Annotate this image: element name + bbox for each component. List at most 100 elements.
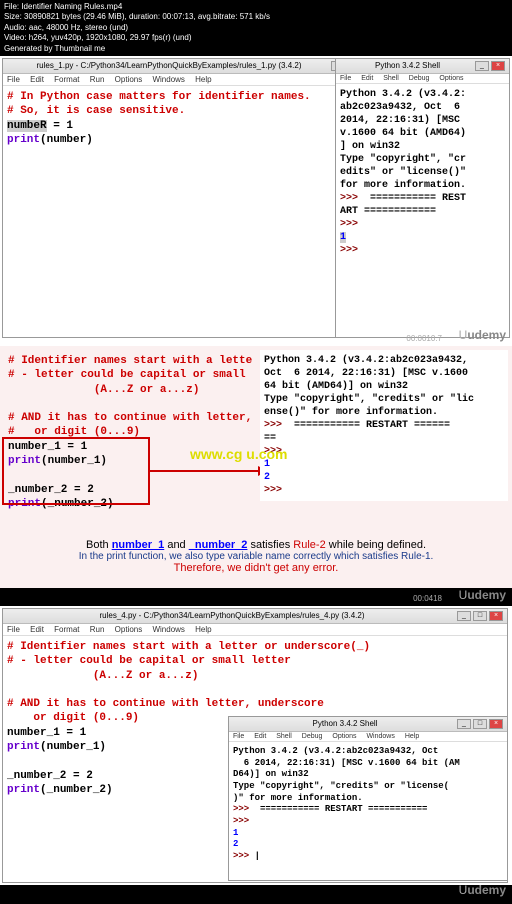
code-comment: # In Python case matters for identifier … [7,91,311,103]
shell-line: ense()" for more information. [264,407,438,418]
thumbnail-2: # Identifier names start with a lette # … [0,346,512,606]
shell-window-1: Python 3.4.2 Shell _ × File Edit Shell D… [335,58,510,338]
window-buttons: _ □ × [457,611,503,621]
code-text: (number) [40,134,93,146]
code-comment: # Identifier names start with a letter o… [7,641,370,653]
shell-output: 1 [233,828,238,838]
minimize-button[interactable]: _ [475,61,489,71]
minimize-button[interactable]: _ [457,719,471,729]
menu-debug[interactable]: Debug [302,733,323,740]
maximize-button[interactable]: □ [473,719,487,729]
menu-help[interactable]: Help [195,625,211,634]
editor-titlebar-3[interactable]: rules_4.py - C:/Python34/LearnPythonQuic… [3,609,507,624]
editor-code-1[interactable]: # In Python case matters for identifier … [3,86,381,151]
code-comment: (A...Z or a...z) [7,670,198,682]
file-metadata: File: Identifier Naming Rules.mp4 Size: … [0,0,512,56]
cursor: | [255,851,260,861]
shell-line: =========== RESTART =========== [255,804,428,814]
menu-options[interactable]: Options [115,75,143,84]
menu-file[interactable]: File [7,625,20,634]
menu-options[interactable]: Options [115,625,143,634]
shell-prompt: >>> [233,804,255,814]
bottom-bar: Uudemy 00:0418 [0,588,512,606]
shell-output-2[interactable]: Python 3.4.2 (v3.4.2:ab2c023a9432, Oct 6… [260,350,508,501]
editor-title-1: rules_1.py - C:/Python34/LearnPythonQuic… [7,61,331,70]
menu-edit[interactable]: Edit [254,733,266,740]
shell-line: Type "copyright", "cr [340,154,466,165]
code-comment: (A...Z or a...z) [8,384,199,396]
shell-line: 64 bit (AMD64)] on win32 [264,381,408,392]
code-text: (_number_2) [40,784,113,796]
shell-line: v.1600 64 bit (AMD64) [340,128,466,139]
shell-prompt: >>> [340,219,364,230]
menu-windows[interactable]: Windows [152,75,184,84]
editor-menubar-1: File Edit Format Run Options Windows Hel… [3,74,381,86]
menu-shell[interactable]: Shell [383,75,399,82]
code-builtin: print [7,741,40,753]
shell-line: == [264,433,276,444]
editor-titlebar-1[interactable]: rules_1.py - C:/Python34/LearnPythonQuic… [3,59,381,74]
menu-format[interactable]: Format [54,625,79,634]
meta-video: Video: h264, yuv420p, 1920x1080, 29.97 f… [4,33,508,43]
editor-title-3: rules_4.py - C:/Python34/LearnPythonQuic… [7,611,457,620]
shell-titlebar-3[interactable]: Python 3.4.2 Shell _ □ × [229,717,507,732]
shell-prompt: >>> [264,420,288,431]
menu-options[interactable]: Options [332,733,356,740]
shell-line: )" for more information. [233,793,363,803]
thumbnail-3: rules_4.py - C:/Python34/LearnPythonQuic… [0,606,512,901]
code-number: 1 [80,727,87,739]
window-buttons: _ × [475,61,505,71]
shell-output: 2 [264,472,270,483]
menu-edit[interactable]: Edit [30,75,44,84]
menu-file[interactable]: File [233,733,244,740]
shell-menubar-1: File Edit Shell Debug Options [336,74,509,84]
shell-line: edits" or "license()" [340,167,466,178]
menu-debug[interactable]: Debug [409,75,430,82]
menu-shell[interactable]: Shell [276,733,292,740]
shell-title-3: Python 3.4.2 Shell [233,719,457,728]
maximize-button[interactable]: □ [473,611,487,621]
close-button[interactable]: × [489,719,503,729]
shell-line: ab2c023a9432, Oct 6 [340,102,460,113]
close-button[interactable]: × [491,61,505,71]
meta-gen: Generated by Thumbnail me [4,44,508,54]
shell-title-1: Python 3.4.2 Shell [340,61,475,70]
shell-output: 2 [233,839,238,849]
note-line-2: In the print function, we also type vari… [10,551,502,562]
menu-options[interactable]: Options [439,75,463,82]
menu-windows[interactable]: Windows [366,733,394,740]
menu-windows[interactable]: Windows [152,625,184,634]
note-line-3: Therefore, we didn't get any error. [10,562,502,574]
shell-line: 2014, 22:16:31) [MSC [340,115,460,126]
minimize-button[interactable]: _ [457,611,471,621]
menu-run[interactable]: Run [90,625,105,634]
code-comment: # - letter could be capital or small [8,369,252,381]
shell-prompt: >>> [340,245,364,256]
code-text: number_1 = [7,727,80,739]
shell-prompt: >>> [233,851,255,861]
meta-audio: Audio: aac, 48000 Hz, stereo (und) [4,23,508,33]
menu-help[interactable]: Help [405,733,419,740]
close-button[interactable]: × [489,611,503,621]
shell-line: =========== REST [364,193,466,204]
thumbnail-1: rules_1.py - C:/Python34/LearnPythonQuic… [0,56,512,346]
shell-line: ART ============ [340,206,436,217]
code-builtin: print [7,134,40,146]
shell-output-3[interactable]: Python 3.4.2 (v3.4.2:ab2c023a9432, Oct 6… [229,742,507,867]
shell-titlebar-1[interactable]: Python 3.4.2 Shell _ × [336,59,509,74]
menu-file[interactable]: File [340,75,351,82]
menu-edit[interactable]: Edit [30,625,44,634]
menu-help[interactable]: Help [195,75,211,84]
shell-line: Python 3.4.2 (v3.4.2:ab2c023a9432, [264,355,468,366]
shell-line: Oct 6 2014, 22:16:31) [MSC v.1600 [264,368,468,379]
menu-file[interactable]: File [7,75,20,84]
shell-output-1[interactable]: Python 3.4.2 (v3.4.2: ab2c023a9432, Oct … [336,84,509,261]
shell-prompt: >>> [264,485,288,496]
shell-line: D64)] on win32 [233,769,309,779]
menu-format[interactable]: Format [54,75,79,84]
menu-run[interactable]: Run [90,75,105,84]
shell-line: ] on win32 [340,141,400,152]
udemy-watermark: Uudemy [459,883,506,897]
udemy-watermark: Uudemy [459,588,506,602]
menu-edit[interactable]: Edit [361,75,373,82]
